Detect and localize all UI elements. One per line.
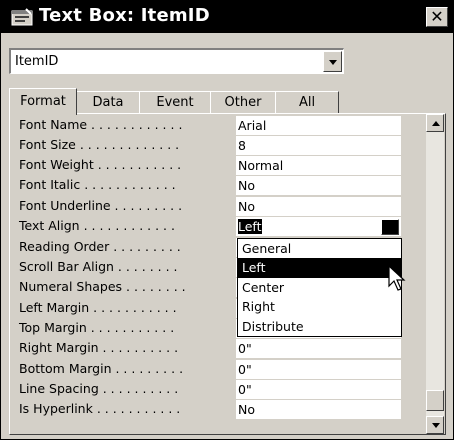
property-label: Is Hyperlink . . . . . . . . . . . xyxy=(19,401,181,416)
option-right[interactable]: Right xyxy=(238,297,401,316)
property-label: Bottom Margin . . . . . . . . . xyxy=(19,361,184,376)
scroll-down-button[interactable] xyxy=(426,416,444,434)
property-label: Text Align . . . . . . . . . . . . xyxy=(19,218,175,233)
textbox-properties-icon xyxy=(11,8,33,26)
property-label: Font Name . . . . . . . . . . . . xyxy=(19,117,183,132)
property-value[interactable]: 8 xyxy=(236,136,401,156)
tab-other[interactable]: Other xyxy=(210,91,276,113)
property-label: Reading Order . . . . . . . . . xyxy=(19,239,181,254)
option-center[interactable]: Center xyxy=(238,278,401,297)
chevron-up-icon xyxy=(432,121,440,126)
close-button[interactable]: ✕ xyxy=(426,7,448,27)
property-label: Numeral Shapes . . . . . . . . xyxy=(19,279,186,294)
chevron-down-icon xyxy=(386,225,394,230)
property-label: Scroll Bar Align . . . . . . . . xyxy=(19,259,178,274)
tab-format[interactable]: Format xyxy=(9,88,77,115)
text-align-dropdown-button[interactable] xyxy=(381,219,399,235)
chevron-down-icon xyxy=(432,423,440,428)
selected-value: Left xyxy=(238,219,262,234)
property-value[interactable]: 0" xyxy=(236,380,401,400)
mouse-pointer-icon xyxy=(388,265,406,291)
property-value[interactable]: No xyxy=(236,197,401,217)
tab-data[interactable]: Data xyxy=(76,91,140,113)
property-value[interactable]: 0" xyxy=(236,339,401,359)
property-value[interactable]: Normal xyxy=(236,156,401,176)
property-label: Line Spacing . . . . . . . . . . xyxy=(19,381,179,396)
object-selector-dropdown-button[interactable] xyxy=(323,51,342,72)
property-label: Left Margin . . . . . . . . . . . xyxy=(19,300,177,315)
scroll-up-button[interactable] xyxy=(426,114,444,132)
scrollbar-thumb[interactable] xyxy=(426,390,444,411)
option-left[interactable]: Left xyxy=(238,258,401,278)
object-selector-combo[interactable]: ItemID xyxy=(9,48,344,74)
close-icon: ✕ xyxy=(430,7,444,26)
property-value[interactable]: Arial xyxy=(236,116,401,136)
object-selector-value: ItemID xyxy=(15,54,59,69)
property-value[interactable]: 0" xyxy=(236,360,401,380)
property-label: Top Margin . . . . . . . . . . . xyxy=(19,320,175,335)
property-value[interactable]: No xyxy=(236,400,401,420)
property-value-text-align[interactable]: Left xyxy=(236,217,401,237)
tab-all[interactable]: All xyxy=(275,91,339,113)
property-label: Font Weight . . . . . . . . . . . xyxy=(19,157,182,172)
option-distribute[interactable]: Distribute xyxy=(238,317,401,336)
title-bar[interactable]: Text Box: ItemID ✕ xyxy=(1,1,453,33)
property-sheet-window: Text Box: ItemID ✕ ItemID Format Data Ev… xyxy=(0,0,454,440)
tab-event[interactable]: Event xyxy=(139,91,211,113)
option-general[interactable]: General xyxy=(238,239,401,258)
property-label: Font Size . . . . . . . . . . . . . xyxy=(19,137,180,152)
vertical-scrollbar[interactable] xyxy=(426,114,444,434)
property-value[interactable]: No xyxy=(236,176,401,196)
text-align-options-list: General Left Center Right Distribute xyxy=(237,238,402,337)
property-label: Right Margin . . . . . . . . . . xyxy=(19,340,179,355)
property-label: Font Italic . . . . . . . . . . . . xyxy=(19,177,176,192)
window-title: Text Box: ItemID xyxy=(39,5,210,26)
chevron-down-icon xyxy=(328,59,337,65)
property-label: Font Underline . . . . . . . . . xyxy=(19,198,183,213)
